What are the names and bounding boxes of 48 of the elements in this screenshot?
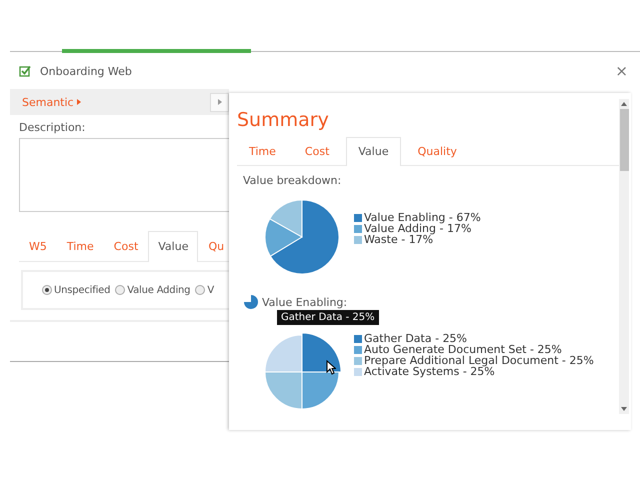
tab[interactable]: W5: [19, 231, 57, 261]
semantic-link[interactable]: Semantic: [22, 96, 74, 108]
legend-swatch: [354, 346, 362, 354]
legend-label: Waste - 17%: [364, 234, 434, 245]
radio-button[interactable]: [42, 285, 52, 295]
legend-swatch: [354, 236, 362, 244]
legend-label: Gather Data - 25%: [364, 333, 468, 344]
radio-button[interactable]: [115, 285, 126, 295]
tab[interactable]: Value: [346, 137, 401, 166]
legend-swatch: [354, 224, 362, 232]
close-button[interactable]: ×: [611, 62, 632, 80]
tab[interactable]: Value: [148, 231, 198, 262]
radio-label[interactable]: V: [207, 284, 214, 296]
legend-swatch: [354, 368, 362, 376]
expand-button[interactable]: [210, 92, 229, 112]
field-label: Description:: [19, 121, 86, 134]
caret-icon: [218, 99, 222, 105]
section-label: Value Enabling:: [262, 296, 348, 308]
tab[interactable]: Qu: [198, 231, 229, 261]
pie-chart-icon: [244, 295, 258, 309]
cursor-icon: [326, 360, 336, 375]
legend-swatch: [354, 356, 362, 364]
legend-swatch: [354, 214, 362, 222]
window-title: Onboarding Web: [40, 64, 132, 78]
radio-label[interactable]: Value Adding: [127, 284, 190, 296]
scroll-up-icon[interactable]: [621, 102, 627, 106]
legend-label: Activate Systems - 25%: [364, 366, 495, 377]
tab[interactable]: Cost: [104, 231, 148, 261]
scrollbar[interactable]: [619, 99, 629, 414]
legend-label: Auto Generate Document Set - 25%: [364, 344, 562, 355]
tooltip: Gather Data - 25%: [277, 310, 379, 325]
tab[interactable]: Cost: [292, 137, 342, 165]
radio-label[interactable]: Unspecified: [54, 284, 110, 296]
checkbox[interactable]: [19, 65, 31, 77]
legend-label: Value Adding - 17%: [364, 223, 472, 234]
tab[interactable]: Time: [237, 137, 288, 165]
legend-swatch: [354, 334, 362, 342]
caret-icon: [76, 99, 81, 105]
legend-label: Value Enabling - 67%: [364, 212, 481, 223]
tab[interactable]: Time: [56, 231, 104, 261]
radio-button[interactable]: [195, 285, 206, 295]
popup-title: Summary: [237, 108, 330, 132]
tab[interactable]: Quality: [406, 137, 469, 165]
description-field[interactable]: [19, 138, 229, 212]
section-label: Value breakdown:: [243, 174, 342, 187]
scroll-down-icon[interactable]: [621, 407, 627, 411]
scroll-thumb[interactable]: [620, 109, 628, 171]
legend-label: Prepare Additional Legal Document - 25%: [364, 355, 594, 366]
